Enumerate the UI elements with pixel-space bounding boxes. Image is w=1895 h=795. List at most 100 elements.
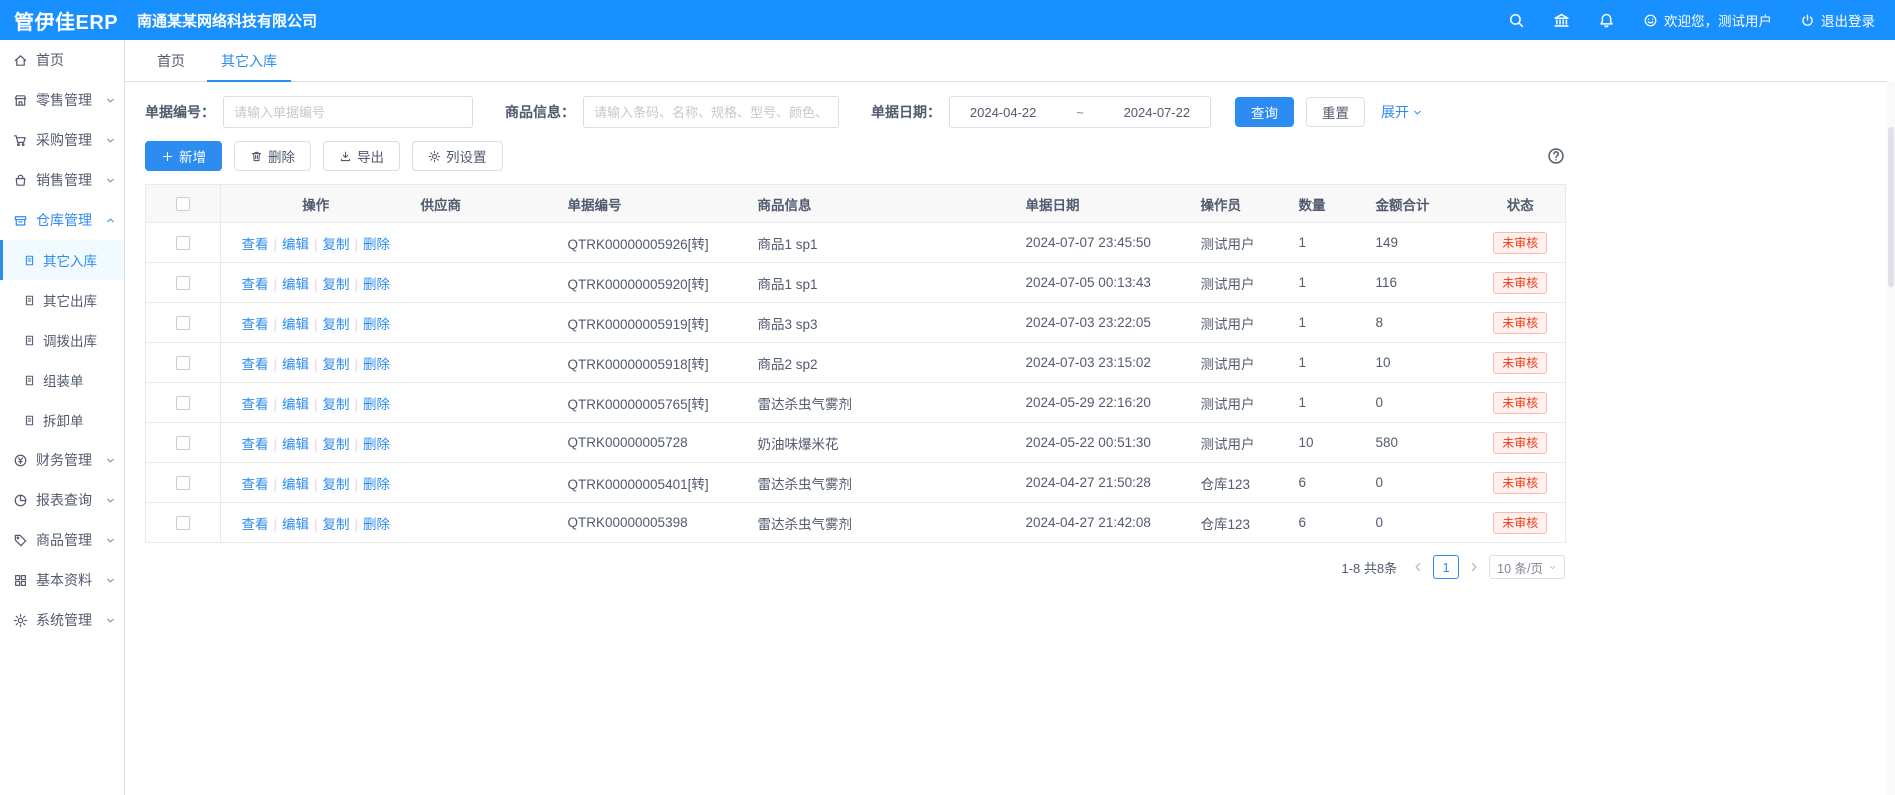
edit-link[interactable]: 编辑 [282, 317, 309, 332]
copy-link[interactable]: 复制 [323, 397, 350, 412]
sidebar-item-reports[interactable]: 报表查询 [0, 480, 124, 520]
select-all-checkbox[interactable] [176, 197, 190, 211]
sidebar-subitem-other-outbound[interactable]: 其它出库 [0, 280, 124, 320]
edit-link[interactable]: 编辑 [282, 357, 309, 372]
row-checkbox[interactable] [176, 276, 190, 290]
page-number-1[interactable]: 1 [1433, 555, 1459, 579]
search-button[interactable]: 查询 [1235, 97, 1294, 127]
delete-link[interactable]: 删除 [363, 437, 390, 452]
gear-icon [13, 613, 28, 628]
delete-link[interactable]: 删除 [363, 517, 390, 532]
edit-link[interactable]: 编辑 [282, 397, 309, 412]
expand-link[interactable]: 展开 [1381, 102, 1423, 122]
date-to-value[interactable]: 2024-07-22 [1124, 105, 1191, 120]
view-link[interactable]: 查看 [241, 357, 268, 372]
tab-other-inbound[interactable]: 其它入库 [207, 40, 291, 81]
expand-link-label: 展开 [1381, 102, 1409, 122]
sidebar-subitem-assembly[interactable]: 组装单 [0, 360, 124, 400]
filter-bar: 单据编号： 商品信息： 单据日期： 2024-04-22 ~ 2024-07-2… [145, 96, 1565, 128]
col-header-amount: 金额合计 [1366, 185, 1476, 223]
document-icon [23, 414, 36, 427]
copy-link[interactable]: 复制 [323, 317, 350, 332]
bill-no-input[interactable] [223, 96, 473, 128]
row-checkbox[interactable] [176, 516, 190, 530]
copy-link[interactable]: 复制 [323, 277, 350, 292]
sidebar-item-system[interactable]: 系统管理 [0, 600, 124, 640]
add-button[interactable]: 新增 [145, 141, 222, 171]
edit-link[interactable]: 编辑 [282, 237, 309, 252]
action-separator: | [273, 357, 277, 372]
delete-link[interactable]: 删除 [363, 357, 390, 372]
scrollbar-thumb[interactable] [1888, 127, 1894, 287]
copy-link[interactable]: 复制 [323, 237, 350, 252]
reset-button[interactable]: 重置 [1306, 97, 1365, 127]
action-separator: | [273, 477, 277, 492]
view-link[interactable]: 查看 [241, 517, 268, 532]
copy-link[interactable]: 复制 [323, 437, 350, 452]
page-size-select[interactable]: 10 条/页 [1489, 555, 1565, 579]
logout-button[interactable]: 退出登录 [1800, 10, 1875, 30]
column-settings-button[interactable]: 列设置 [412, 141, 503, 171]
next-page-icon[interactable] [1467, 560, 1481, 574]
delete-button-label: 删除 [268, 146, 295, 166]
copy-link[interactable]: 复制 [323, 517, 350, 532]
delete-button[interactable]: 删除 [234, 141, 311, 171]
row-checkbox[interactable] [176, 396, 190, 410]
date-from-value[interactable]: 2024-04-22 [970, 105, 1037, 120]
search-icon[interactable] [1508, 12, 1525, 29]
view-link[interactable]: 查看 [241, 397, 268, 412]
edit-link[interactable]: 编辑 [282, 517, 309, 532]
delete-link[interactable]: 删除 [363, 397, 390, 412]
help-icon[interactable] [1547, 147, 1565, 165]
bell-icon[interactable] [1598, 12, 1615, 29]
view-link[interactable]: 查看 [241, 317, 268, 332]
sidebar-item-finance[interactable]: 财务管理 [0, 440, 124, 480]
delete-link[interactable]: 删除 [363, 277, 390, 292]
sidebar-subitem-disassembly[interactable]: 拆卸单 [0, 400, 124, 440]
row-checkbox[interactable] [176, 236, 190, 250]
sidebar-subitem-transfer-outbound[interactable]: 调拨出库 [0, 320, 124, 360]
table-body: 查看|编辑|复制|删除 QTRK00000005926[转] 商品1 sp1 2… [146, 223, 1566, 543]
sidebar-item-home[interactable]: 首页 [0, 40, 124, 80]
table-row: 查看|编辑|复制|删除 QTRK00000005765[转] 雷达杀虫气雾剂 2… [146, 383, 1566, 423]
row-checkbox[interactable] [176, 476, 190, 490]
date-range-picker[interactable]: 2024-04-22 ~ 2024-07-22 [949, 96, 1211, 128]
row-checkbox[interactable] [176, 316, 190, 330]
sidebar-item-purchase[interactable]: 采购管理 [0, 120, 124, 160]
scrollbar-track[interactable] [1887, 81, 1895, 795]
product-info-input[interactable] [583, 96, 839, 128]
document-icon [23, 254, 36, 267]
sidebar-item-retail[interactable]: 零售管理 [0, 80, 124, 120]
status-badge: 未审核 [1493, 232, 1547, 254]
view-link[interactable]: 查看 [241, 477, 268, 492]
coin-icon [13, 453, 28, 468]
export-button[interactable]: 导出 [323, 141, 400, 171]
view-link[interactable]: 查看 [241, 437, 268, 452]
delete-link[interactable]: 删除 [363, 477, 390, 492]
action-separator: | [314, 397, 318, 412]
edit-link[interactable]: 编辑 [282, 477, 309, 492]
view-link[interactable]: 查看 [241, 237, 268, 252]
view-link[interactable]: 查看 [241, 277, 268, 292]
tab-bar: 首页 其它入库 [125, 40, 1895, 82]
row-checkbox[interactable] [176, 356, 190, 370]
edit-link[interactable]: 编辑 [282, 437, 309, 452]
sidebar-subitem-other-inbound[interactable]: 其它入库 [0, 240, 124, 280]
tab-home[interactable]: 首页 [143, 40, 199, 81]
sidebar-item-sales[interactable]: 销售管理 [0, 160, 124, 200]
date-cell: 2024-07-03 23:15:02 [1016, 343, 1191, 383]
copy-link[interactable]: 复制 [323, 477, 350, 492]
sidebar-item-warehouse[interactable]: 仓库管理 [0, 200, 124, 240]
delete-link[interactable]: 删除 [363, 317, 390, 332]
welcome-user[interactable]: 欢迎您，测试用户 [1643, 10, 1772, 30]
row-checkbox[interactable] [176, 436, 190, 450]
document-icon [23, 294, 36, 307]
edit-link[interactable]: 编辑 [282, 277, 309, 292]
sidebar-item-basic-data[interactable]: 基本资料 [0, 560, 124, 600]
bank-icon[interactable] [1553, 12, 1570, 29]
bill-no-cell: QTRK00000005765[转] [558, 383, 748, 423]
prev-page-icon[interactable] [1411, 560, 1425, 574]
delete-link[interactable]: 删除 [363, 237, 390, 252]
sidebar-item-goods[interactable]: 商品管理 [0, 520, 124, 560]
copy-link[interactable]: 复制 [323, 357, 350, 372]
